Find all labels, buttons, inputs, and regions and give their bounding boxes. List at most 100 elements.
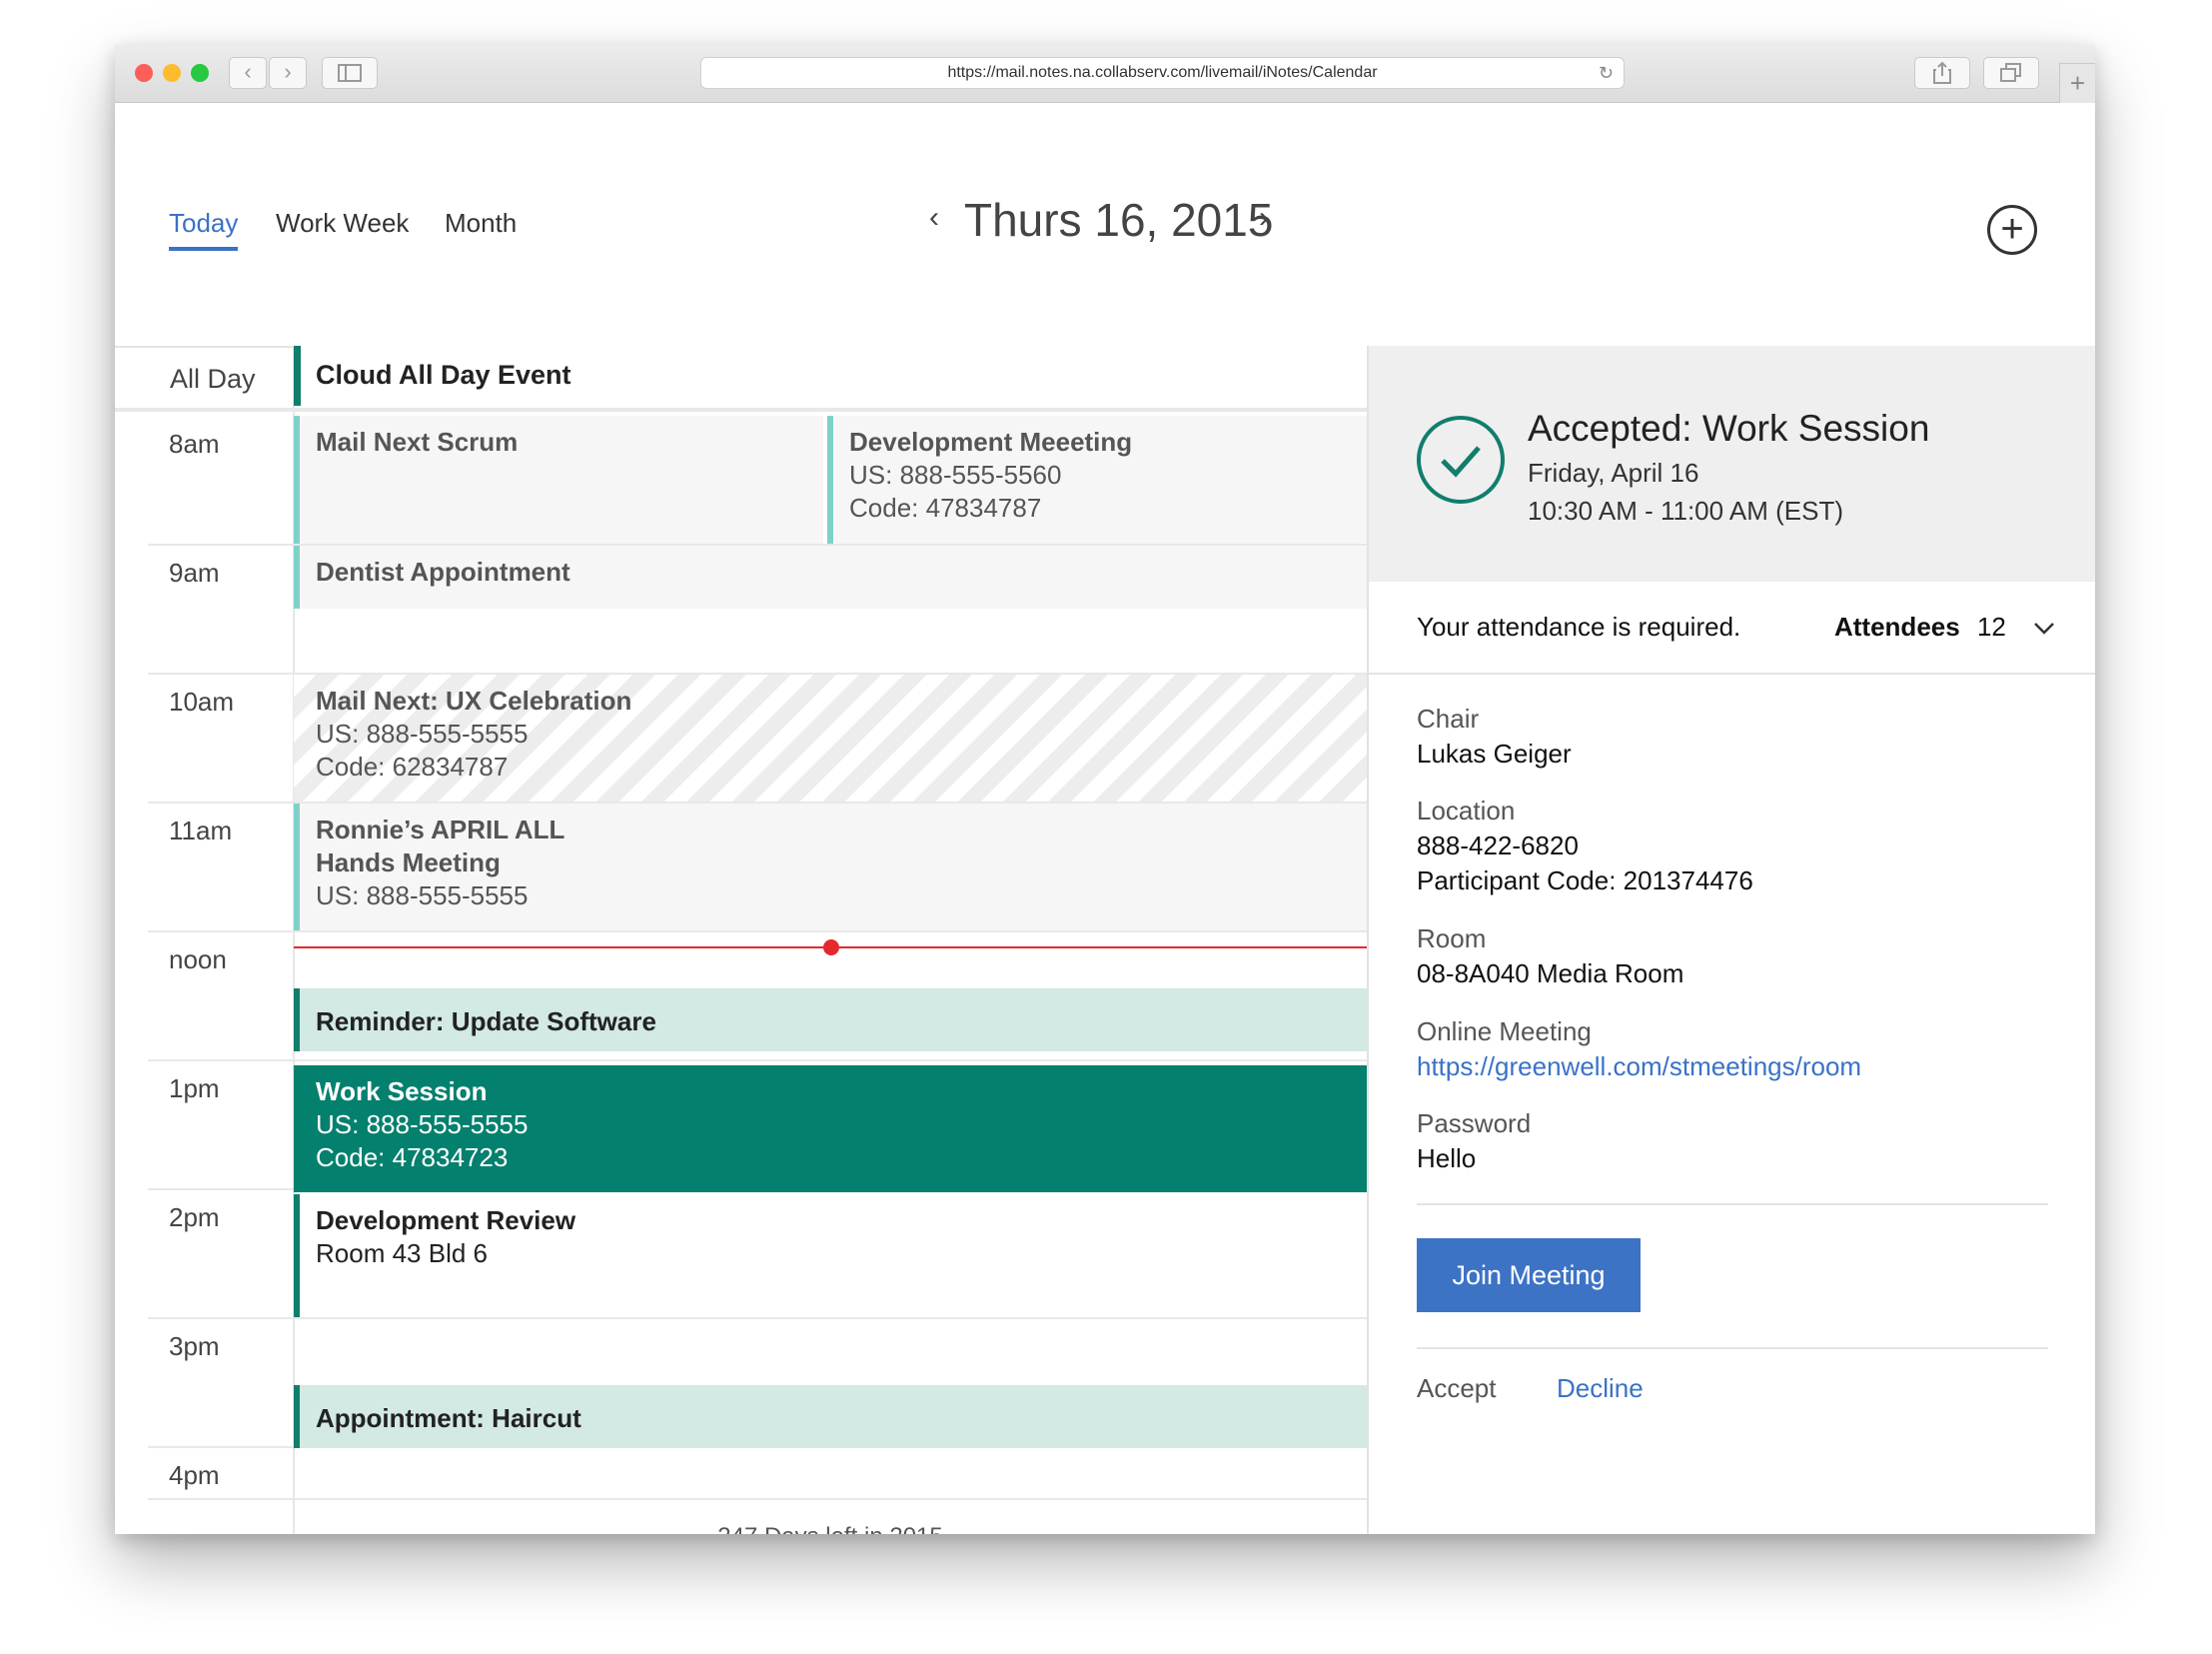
location-participant-code: Participant Code: 201374476 xyxy=(1417,865,1753,895)
share-button[interactable] xyxy=(1914,57,1970,89)
event-code: Code: 47834787 xyxy=(849,493,1042,523)
current-time-marker xyxy=(823,939,839,955)
event-title: Appointment: Haircut xyxy=(316,1403,581,1433)
url-text: https://mail.notes.na.collabserv.com/liv… xyxy=(947,64,1378,81)
location-phone: 888-422-6820 xyxy=(1417,830,1579,860)
tab-month[interactable]: Month xyxy=(445,208,517,239)
event-title: Development Review xyxy=(316,1205,576,1235)
divider xyxy=(1417,1203,2048,1205)
plus-circle-icon: + xyxy=(2000,207,2024,251)
event-title-cont: Hands Meeting xyxy=(316,847,501,877)
hour-label: noon xyxy=(169,944,227,974)
tabs-icon xyxy=(2000,63,2021,82)
sidebar-icon xyxy=(338,64,362,82)
event-detail-panel: Accepted: Work Session Friday, April 16 … xyxy=(1367,346,2095,1534)
event-phone: US: 888-555-5560 xyxy=(849,460,1062,490)
event-title: Work Session xyxy=(316,1076,488,1106)
minimize-window-button[interactable] xyxy=(163,64,181,82)
hour-label: 9am xyxy=(169,558,220,588)
all-day-event[interactable]: Cloud All Day Event xyxy=(294,346,1367,406)
add-event-button[interactable]: + xyxy=(1987,205,2037,255)
forward-icon: › xyxy=(284,59,292,84)
chevron-down-icon xyxy=(2034,623,2054,635)
attendance-note: Your attendance is required. xyxy=(1417,612,1741,642)
decline-button[interactable]: Decline xyxy=(1557,1373,1644,1404)
plus-icon: + xyxy=(2069,68,2086,98)
divider xyxy=(1369,673,2095,675)
date-title: Thurs 16, 2015 xyxy=(964,194,1274,246)
event-code: Code: 47834723 xyxy=(316,1142,509,1172)
hour-line xyxy=(148,1317,1367,1319)
location-label: Location xyxy=(1417,796,1516,826)
hour-line xyxy=(148,1059,1367,1061)
calendar-header: Today Work Week Month ‹ Thurs 16, 2015 ›… xyxy=(115,103,2095,346)
password-label: Password xyxy=(1417,1108,1532,1138)
prev-day-button[interactable]: ‹ xyxy=(929,201,939,235)
next-day-button[interactable]: › xyxy=(1259,201,1269,235)
divider xyxy=(115,408,1367,412)
new-tab-button[interactable]: + xyxy=(2059,63,2095,103)
share-icon xyxy=(1933,61,1951,84)
hour-label: 3pm xyxy=(169,1331,220,1361)
event-work-session[interactable]: Work Session US: 888-555-5555 Code: 4783… xyxy=(294,1065,1367,1192)
password-value: Hello xyxy=(1417,1143,1477,1173)
event-title: Ronnie’s APRIL ALL xyxy=(316,815,565,844)
close-window-button[interactable] xyxy=(135,64,153,82)
event-development-review[interactable]: Development Review Room 43 Bld 6 xyxy=(294,1194,1367,1317)
day-view: All Day Cloud All Day Event 8am 9am 10am… xyxy=(115,346,1367,1534)
back-button[interactable]: ‹ xyxy=(229,57,267,89)
attendees-count: 12 xyxy=(1976,612,2006,642)
event-phone: US: 888-555-5555 xyxy=(316,880,529,910)
event-mail-next-scrum[interactable]: Mail Next Scrum xyxy=(294,416,823,544)
hour-line xyxy=(148,930,1367,932)
event-title: Mail Next Scrum xyxy=(316,427,519,457)
event-dentist-appointment[interactable]: Dentist Appointment xyxy=(294,546,1367,609)
event-title: Development Meeeting xyxy=(849,427,1133,457)
event-reminder-update-software[interactable]: Reminder: Update Software xyxy=(294,988,1367,1051)
attendees-label: Attendees xyxy=(1834,612,1960,642)
accepted-check-icon xyxy=(1417,416,1505,504)
accept-button[interactable]: Accept xyxy=(1417,1373,1497,1404)
event-haircut[interactable]: Appointment: Haircut xyxy=(294,1385,1367,1448)
event-detail-header: Accepted: Work Session Friday, April 16 … xyxy=(1369,346,2095,582)
event-title: Mail Next: UX Celebration xyxy=(316,686,632,716)
event-ux-celebration[interactable]: Mail Next: UX Celebration US: 888-555-55… xyxy=(294,675,1367,802)
event-date: Friday, April 16 xyxy=(1528,458,1699,488)
tab-work-week[interactable]: Work Week xyxy=(276,208,409,239)
event-status-title: Accepted: Work Session xyxy=(1528,408,1930,449)
browser-toolbar: ‹ › https://mail.notes.na.collabserv.com… xyxy=(115,45,2095,103)
event-title: Dentist Appointment xyxy=(316,557,570,587)
event-code: Code: 62834787 xyxy=(316,752,509,782)
chair-value: Lukas Geiger xyxy=(1417,739,1572,769)
event-title: Cloud All Day Event xyxy=(316,360,571,390)
hour-line xyxy=(148,1498,1367,1500)
event-room: Room 43 Bld 6 xyxy=(316,1238,488,1268)
event-title: Reminder: Update Software xyxy=(316,1006,656,1036)
browser-window: ‹ › https://mail.notes.na.collabserv.com… xyxy=(115,45,2095,1534)
divider xyxy=(1417,1347,2048,1349)
chair-label: Chair xyxy=(1417,704,1480,734)
hour-label: 2pm xyxy=(169,1202,220,1232)
back-icon: ‹ xyxy=(244,59,252,84)
tab-today[interactable]: Today xyxy=(169,208,239,251)
hour-label: 10am xyxy=(169,687,235,717)
maximize-window-button[interactable] xyxy=(191,64,209,82)
room-label: Room xyxy=(1417,923,1487,953)
event-time: 10:30 AM - 11:00 AM (EST) xyxy=(1528,496,1843,526)
attendees-toggle[interactable]: Attendees 12 xyxy=(1834,612,2055,643)
reload-icon[interactable]: ↻ xyxy=(1599,58,1614,88)
hour-label: 4pm xyxy=(169,1460,220,1490)
hour-label: 8am xyxy=(169,429,220,459)
join-meeting-button[interactable]: Join Meeting xyxy=(1417,1238,1641,1312)
tabs-overview-button[interactable] xyxy=(1983,57,2039,89)
online-meeting-link[interactable]: https://greenwell.com/stmeetings/room xyxy=(1417,1051,1861,1082)
event-development-meeting[interactable]: Development Meeeting US: 888-555-5560 Co… xyxy=(827,416,1367,544)
event-phone: US: 888-555-5555 xyxy=(316,1109,529,1139)
event-phone: US: 888-555-5555 xyxy=(316,719,529,749)
forward-button[interactable]: › xyxy=(269,57,307,89)
hour-label: 1pm xyxy=(169,1073,220,1103)
sidebar-toggle-button[interactable] xyxy=(322,57,378,89)
event-ronnies-meeting[interactable]: Ronnie’s APRIL ALL Hands Meeting US: 888… xyxy=(294,804,1367,930)
address-bar[interactable]: https://mail.notes.na.collabserv.com/liv… xyxy=(700,57,1625,89)
room-value: 08-8A040 Media Room xyxy=(1417,958,1684,988)
